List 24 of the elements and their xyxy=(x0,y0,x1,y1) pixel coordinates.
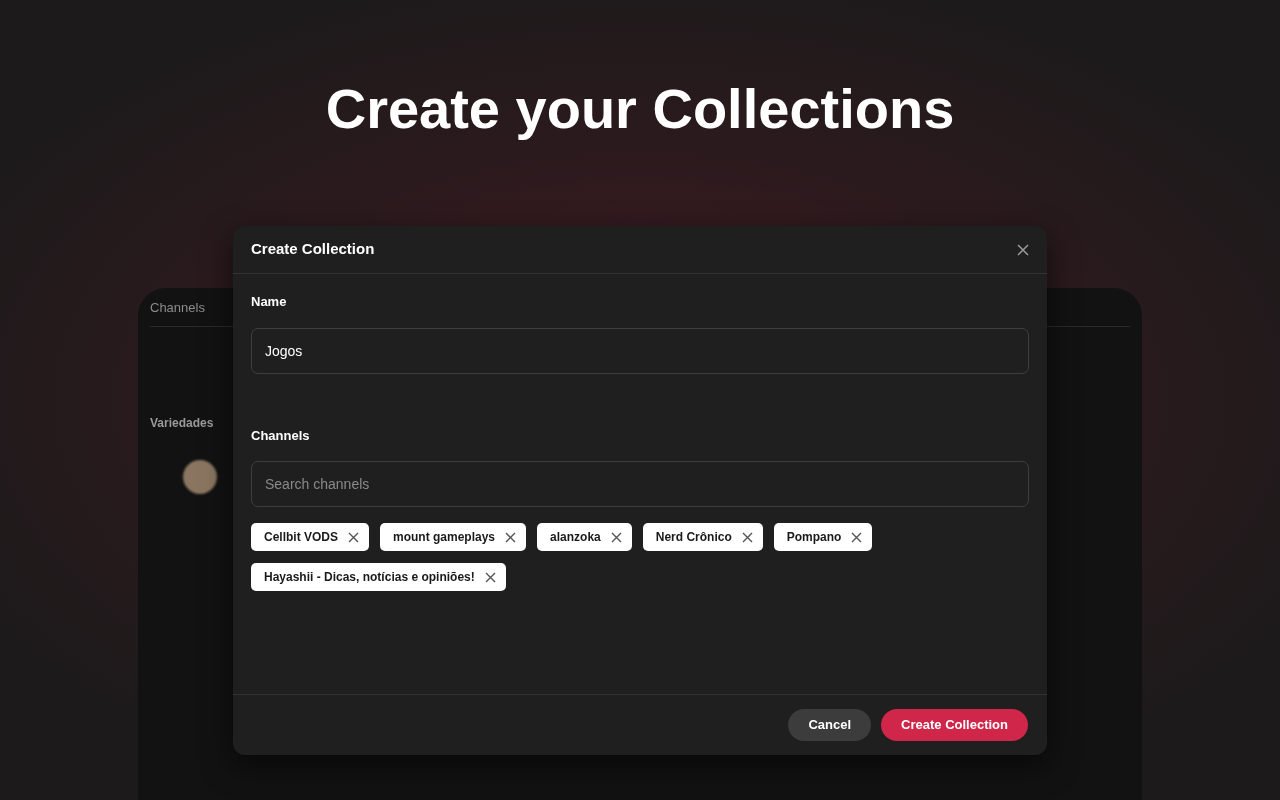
chip-label: alanzoka xyxy=(550,529,601,546)
search-field[interactable]: Search channels xyxy=(251,461,1029,507)
remove-icon[interactable] xyxy=(348,531,359,543)
name-field[interactable]: Jogos xyxy=(251,327,1029,374)
chip-label: Pompano xyxy=(786,529,842,546)
channels-tab[interactable]: Channels xyxy=(150,298,205,318)
chip-label: Nerd Crônico xyxy=(655,529,732,546)
page-heading: Create your Collections xyxy=(324,78,956,140)
dialog-title: Create Collection xyxy=(251,239,375,260)
remove-icon[interactable] xyxy=(741,531,753,543)
chip-label: mount gameplays xyxy=(393,529,496,546)
name-label: Name xyxy=(251,293,288,311)
close-icon[interactable] xyxy=(1017,243,1029,256)
channels-label: Channels xyxy=(251,426,311,445)
remove-icon[interactable] xyxy=(484,571,496,583)
chip-label: Cellbit VODS xyxy=(264,529,338,546)
create-button[interactable]: Create Collection xyxy=(881,709,1028,741)
section-title: Variedades xyxy=(150,415,214,432)
remove-icon[interactable] xyxy=(851,531,863,543)
remove-icon[interactable] xyxy=(610,531,622,543)
avatar-placeholder xyxy=(183,460,217,494)
chip-label: Hayashii - Dicas, notícias e opiniões! xyxy=(264,569,475,586)
cancel-button[interactable]: Cancel xyxy=(788,709,872,741)
remove-icon[interactable] xyxy=(505,531,517,543)
